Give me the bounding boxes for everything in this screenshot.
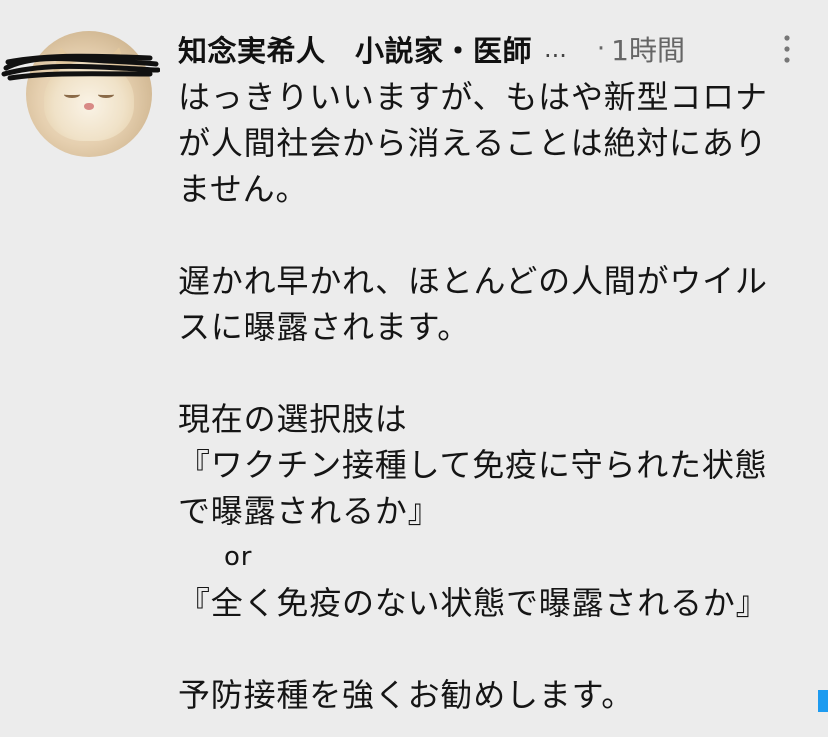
post-line: 『全く免疫のない状態で曝露されるか』 bbox=[178, 584, 769, 622]
post-line: 予防接種を強くお勧めします。 bbox=[178, 676, 635, 714]
cat-eye-left bbox=[64, 91, 80, 98]
post-header: 知念実希人 小説家・医師 ... · 1時間 bbox=[178, 26, 798, 72]
vertical-ellipsis-icon[interactable] bbox=[780, 33, 794, 67]
post-line: 現在の選択肢は bbox=[178, 400, 408, 438]
post-line: 『ワクチン接種して免疫に守られた状態 bbox=[178, 446, 768, 484]
post-line: はっきりいいますが、もはや新型コロナ bbox=[178, 78, 768, 116]
cat-eye-right bbox=[98, 91, 114, 98]
redaction-scribble bbox=[1, 53, 160, 81]
post-line: 遅かれ早かれ、ほとんどの人間がウイル bbox=[178, 262, 768, 300]
cat-nose bbox=[84, 103, 94, 110]
post-text: はっきりいいますが、もはや新型コロナ が人間社会から消えることは絶対にあり ませ… bbox=[178, 74, 808, 718]
post-line: が人間社会から消えることは絶対にあり bbox=[178, 124, 768, 162]
post-line: で曝露されるか』 bbox=[178, 492, 441, 530]
post-container: 知念実希人 小説家・医師 ... · 1時間 はっきりいいますが、もはや新型コロ… bbox=[0, 0, 828, 737]
post-line: スに曝露されます。 bbox=[178, 308, 471, 346]
post-line-or: or bbox=[224, 542, 253, 572]
name-truncation: ... bbox=[544, 35, 567, 63]
author-name[interactable]: 知念実希人 小説家・医師 bbox=[178, 28, 532, 70]
edge-indicator bbox=[818, 690, 828, 712]
post-line: ません。 bbox=[178, 170, 309, 208]
timestamp[interactable]: 1時間 bbox=[611, 29, 685, 69]
meta-separator: · bbox=[596, 34, 606, 64]
